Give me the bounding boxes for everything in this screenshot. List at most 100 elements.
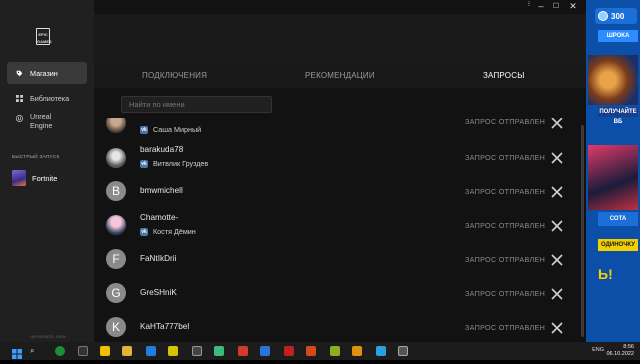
close-window-button[interactable]: ✕ [566, 0, 580, 14]
close-icon[interactable] [550, 151, 564, 165]
promo-banner[interactable]: ОДИНОЧКУ [598, 239, 638, 251]
promo-banner[interactable]: СОТА [598, 212, 638, 226]
vbucks-counter[interactable]: 300 [595, 8, 637, 24]
sidebar-item-library[interactable]: Библиотека [7, 87, 87, 109]
vbucks-icon [598, 11, 608, 21]
fortnite-thumbnail [12, 170, 26, 186]
app-icon[interactable] [214, 346, 224, 356]
search-input[interactable] [121, 96, 272, 113]
close-icon[interactable] [550, 321, 564, 335]
avatar[interactable]: K [106, 317, 126, 337]
tab-connections[interactable]: ПОДКЛЮЧЕНИЯ [142, 71, 207, 80]
request-status: ЗАПРОС ОТПРАВЛЕН [465, 153, 546, 162]
list-item: K KaHTa777bel ЗАПРОС ОТПРАВЛЕН [94, 310, 580, 342]
sidebar-item-label-line1: Unreal [30, 112, 52, 121]
epic-games-logo[interactable]: EPIC GAMES [36, 28, 52, 45]
header-band [94, 14, 586, 64]
avatar[interactable] [106, 215, 126, 235]
vk-account: vk Саша Мирный [140, 125, 201, 134]
tab-recommendations[interactable]: РЕКОМЕНДАЦИИ [305, 71, 375, 80]
clock-date: 06.10.2022 [606, 351, 634, 357]
promo-image [588, 55, 638, 105]
friends-tabs: ПОДКЛЮЧЕНИЯ РЕКОМЕНДАЦИИ ЗАПРОСЫ [94, 64, 586, 88]
unreal-icon [16, 115, 23, 122]
username: GreSHniK [140, 288, 177, 297]
username: Chamotte- [140, 213, 179, 222]
app-icon[interactable] [284, 346, 294, 356]
folder-icon[interactable] [122, 346, 132, 356]
windows-start-icon[interactable] [12, 346, 22, 359]
sidebar-item-label: Магазин [30, 68, 58, 78]
request-status: ЗАПРОС ОТПРАВЛЕН [465, 221, 546, 230]
app-icon[interactable] [260, 346, 270, 356]
username: FaNtIkDrii [140, 254, 177, 263]
list-item: Chamotte- vk Костя Дёмин ЗАПРОС ОТПРАВЛЕ… [94, 208, 580, 242]
clock-time: 8:56 [623, 344, 634, 350]
avatar[interactable]: F [106, 249, 126, 269]
minimize-button[interactable]: – [534, 0, 548, 14]
avatar[interactable]: B [106, 181, 126, 201]
app-icon[interactable] [398, 346, 408, 356]
app-icon[interactable] [168, 346, 178, 356]
vk-icon: vk [140, 125, 148, 134]
vk-account: vk Витвлик Груздев [140, 159, 208, 168]
quick-launch-game-label: Fortnite [32, 173, 58, 183]
quick-launch-fortnite[interactable]: Fortnite [12, 170, 57, 186]
requests-list: vk Саша Мирный ЗАПРОС ОТПРАВЛЕН barakuda… [94, 118, 580, 342]
promo-banner[interactable]: ПОЛУЧАЙТЕ ВБ [598, 107, 638, 125]
app-icon[interactable] [306, 346, 316, 356]
sidebar-item-store[interactable]: Магазин [7, 62, 87, 84]
tag-icon [16, 70, 23, 77]
quick-launch-title: БЫСТРЫЙ ЗАПУСК [12, 155, 60, 160]
sidebar-item-unreal-engine[interactable]: Unreal Engine [7, 112, 87, 134]
close-icon[interactable] [550, 118, 564, 130]
epic-taskbar-icon[interactable] [192, 346, 202, 356]
list-item: F FaNtIkDrii ЗАПРОС ОТПРАВЛЕН [94, 242, 580, 276]
avatar[interactable] [106, 148, 126, 168]
vk-name: Костя Дёмин [153, 227, 196, 236]
request-status: ЗАПРОС ОТПРАВЛЕН [465, 255, 546, 264]
sidebar: EPIC GAMES Магазин Библиотека Unreal Eng… [0, 0, 94, 342]
list-scrollbar[interactable] [581, 125, 584, 337]
list-item: B bmwmichell ЗАПРОС ОТПРАВЛЕН [94, 174, 580, 208]
sidebar-item-label: Библиотека [30, 93, 70, 103]
username: bmwmichell [140, 186, 183, 195]
tray-language[interactable]: ENG [592, 347, 604, 353]
close-icon[interactable] [550, 253, 564, 267]
request-status: ЗАПРОС ОТПРАВЛЕН [465, 289, 546, 298]
taskbar-clock[interactable]: 8:56 06.10.2022 [606, 344, 634, 358]
store-icon[interactable] [146, 346, 156, 356]
vbucks-amount: 300 [611, 11, 625, 21]
app-icon[interactable] [330, 346, 340, 356]
search-icon[interactable]: ⌕ [30, 346, 40, 356]
app-icon[interactable] [352, 346, 362, 356]
avatar[interactable]: G [106, 283, 126, 303]
promo-banner[interactable]: ШРОКА [598, 30, 638, 42]
close-icon[interactable] [550, 219, 564, 233]
sidebar-footer: UN PRIVATE: 100% [30, 334, 66, 339]
promo-banner[interactable]: Ь! [598, 264, 638, 284]
grid-icon [16, 95, 23, 102]
app-icon[interactable] [238, 346, 248, 356]
app-icon[interactable] [376, 346, 386, 356]
request-status: ЗАПРОС ОТПРАВЛЕН [465, 323, 546, 332]
request-status: ЗАПРОС ОТПРАВЛЕН [465, 187, 546, 196]
edge-icon[interactable] [55, 346, 65, 356]
windows-taskbar: ⌕ ENG 8:56 06.10.2022 [0, 342, 640, 360]
task-view-icon[interactable] [78, 346, 88, 356]
close-icon[interactable] [550, 185, 564, 199]
tab-requests[interactable]: ЗАПРОСЫ [483, 71, 524, 80]
yandex-icon[interactable] [100, 346, 110, 356]
vk-name: Саша Мирный [153, 125, 202, 134]
vk-name: Витвлик Груздев [153, 159, 209, 168]
list-item: barakuda78 vk Витвлик Груздев ЗАПРОС ОТП… [94, 140, 580, 174]
avatar[interactable] [106, 118, 126, 133]
sidebar-item-label-line2: Engine [30, 121, 53, 130]
launcher-window: EPIC GAMES Магазин Библиотека Unreal Eng… [0, 0, 586, 342]
vk-icon: vk [140, 159, 148, 168]
promo-image [588, 145, 638, 210]
close-icon[interactable] [550, 287, 564, 301]
request-status: ЗАПРОС ОТПРАВЛЕН [465, 118, 546, 126]
title-bar: ⁝ – ☐ ✕ [94, 0, 586, 14]
maximize-button[interactable]: ☐ [549, 0, 563, 14]
